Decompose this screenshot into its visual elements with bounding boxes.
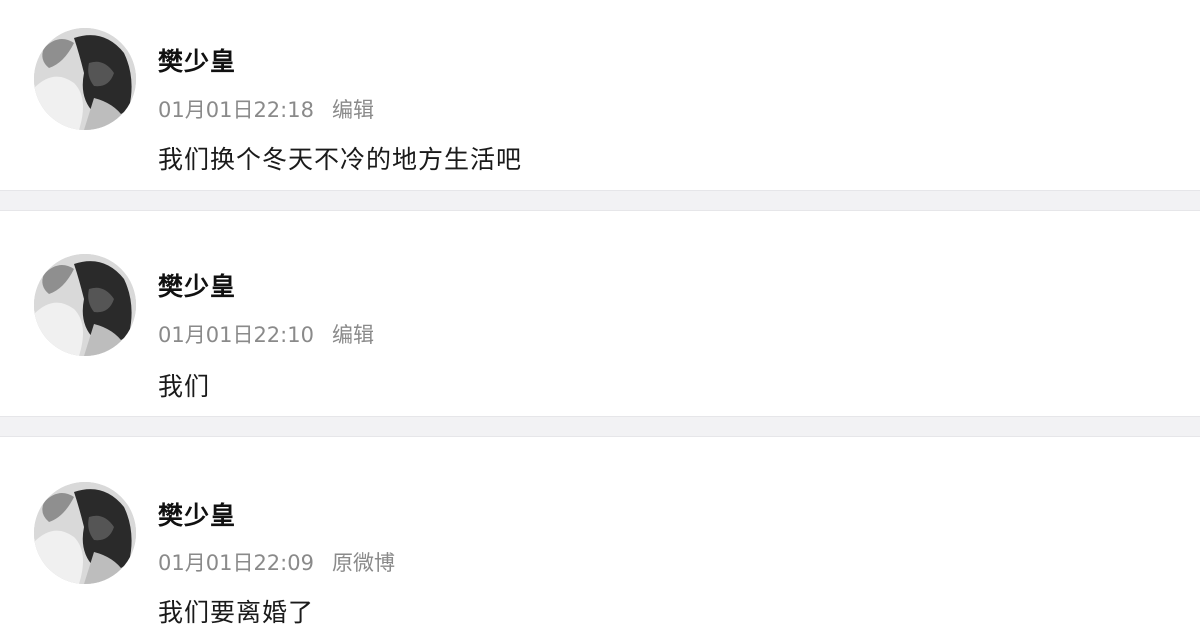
post-card: 樊少皇 01月01日22:10 编辑 我们 xyxy=(0,210,1200,417)
post-meta: 01月01日22:09 原微博 xyxy=(158,547,395,577)
original-weibo-link[interactable]: 原微博 xyxy=(332,551,395,575)
avatar-image-icon xyxy=(34,482,136,584)
post-meta: 01月01日22:18 编辑 xyxy=(158,94,374,124)
author-name[interactable]: 樊少皇 xyxy=(158,496,236,532)
post-text: 我们 xyxy=(158,372,211,401)
avatar[interactable] xyxy=(34,28,136,130)
edit-link[interactable]: 编辑 xyxy=(332,98,374,122)
avatar[interactable] xyxy=(34,254,136,356)
post-time: 01月01日22:09 xyxy=(158,551,314,575)
author-name[interactable]: 樊少皇 xyxy=(158,267,236,303)
post-time: 01月01日22:10 xyxy=(158,323,314,347)
avatar-image-icon xyxy=(34,28,136,130)
author-name[interactable]: 樊少皇 xyxy=(158,42,236,78)
post-feed: 樊少皇 01月01日22:18 编辑 我们换个冬天不冷的地方生活吧 樊少皇 01月… xyxy=(0,0,1200,638)
post-time: 01月01日22:18 xyxy=(158,98,314,122)
post-text: 我们要离婚了 xyxy=(158,598,315,627)
post-card: 樊少皇 01月01日22:09 原微博 我们要离婚了 xyxy=(0,436,1200,638)
avatar[interactable] xyxy=(34,482,136,584)
post-text: 我们换个冬天不冷的地方生活吧 xyxy=(158,145,523,174)
post-meta: 01月01日22:10 编辑 xyxy=(158,319,374,349)
edit-link[interactable]: 编辑 xyxy=(332,323,374,347)
avatar-image-icon xyxy=(34,254,136,356)
post-card: 樊少皇 01月01日22:18 编辑 我们换个冬天不冷的地方生活吧 xyxy=(0,0,1200,191)
